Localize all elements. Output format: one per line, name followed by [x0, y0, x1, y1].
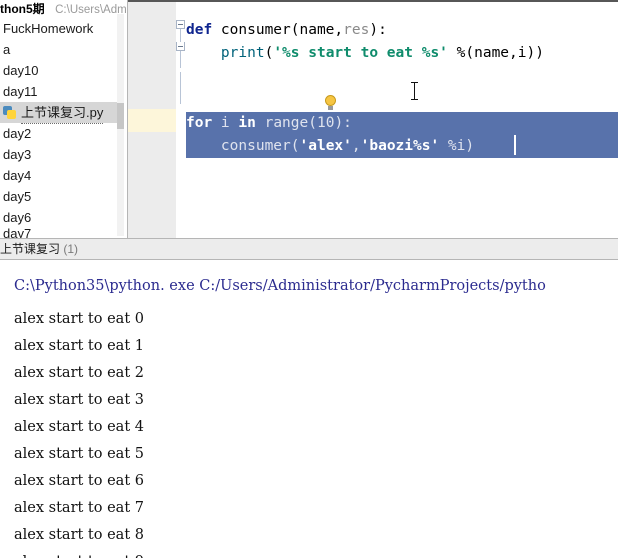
code-token: consumer( [186, 138, 300, 154]
tree-item-label: day11 [3, 84, 38, 99]
editor-gutter[interactable] [128, 2, 176, 238]
run-tab-label: 上节课复习 [0, 242, 61, 256]
console-output-line: alex start to eat 5 [14, 446, 144, 462]
code-token: 10 [316, 115, 335, 131]
tree-item-label: day5 [3, 189, 32, 204]
console-output-line: alex start to eat 1 [14, 338, 144, 354]
project-path: C:\Users\Adm [55, 4, 127, 16]
project-title: thon5期 [0, 2, 45, 16]
tree-item[interactable]: a [0, 39, 122, 60]
code-token: '%s start to eat %s' [273, 45, 448, 61]
tree-item[interactable]: day10 [0, 60, 122, 81]
tree-item[interactable]: day7 [0, 228, 122, 238]
tree-item-label: day3 [3, 147, 32, 162]
code-token: ): [369, 22, 387, 38]
console-output-line: alex start to eat 8 [14, 527, 144, 543]
console-output-line: alex start to eat 9 [14, 549, 144, 558]
fold-collapse-icon[interactable] [176, 20, 185, 29]
fold-end-icon[interactable] [176, 42, 185, 51]
console-output-line: alex start to eat 2 [14, 365, 144, 381]
console-output-line: alex start to eat 4 [14, 419, 144, 435]
code-token: print [220, 45, 265, 61]
code-token: consumer [220, 22, 291, 38]
run-tab-bar[interactable]: 上节课复习 (1) [0, 238, 618, 260]
code-token: , [351, 138, 361, 154]
code-token: in [238, 115, 265, 131]
fold-tail-line [180, 72, 181, 104]
code-text-area[interactable]: def consumer(name,res): print('%s start … [186, 2, 618, 238]
console-output[interactable]: C:\Python35\python. exe C:/Users/Adminis… [0, 261, 618, 558]
tree-item-label: day6 [3, 210, 32, 225]
tree-item[interactable]: day5 [0, 186, 122, 207]
tree-item[interactable]: day6 [0, 207, 122, 228]
code-token: for [186, 115, 221, 131]
code-token: (name, [290, 22, 344, 38]
tree-item-label: day10 [3, 63, 39, 78]
top-area: thon5期 C:\Users\Adm FuckHomework a day10 da… [0, 0, 618, 238]
tree-item[interactable]: day3 [0, 144, 122, 165]
run-tab[interactable]: 上节课复习 (1) [0, 239, 78, 260]
console-output-line: alex start to eat 6 [14, 473, 144, 489]
console-output-line: alex start to eat 7 [14, 500, 144, 516]
tree-item[interactable]: day4 [0, 165, 122, 186]
tree-item-label: day2 [3, 126, 32, 141]
code-token: def [186, 22, 221, 38]
pycharm-window: thon5期 C:\Users\Adm FuckHomework a day10 da… [0, 0, 618, 558]
tree-item-label: FuckHomework [3, 21, 94, 36]
code-token: ): [334, 115, 352, 131]
tree-item[interactable]: FuckHomework [0, 18, 122, 39]
run-tool-window: 上节课复习 (1) C:\Python35\python. exe C:/Use… [0, 238, 618, 558]
intention-bulb-icon[interactable] [324, 95, 337, 111]
code-line: def consumer(name,res): [186, 19, 387, 42]
project-tool-window: thon5期 C:\Users\Adm FuckHomework a day10 da… [0, 0, 128, 238]
code-token: res [343, 22, 370, 38]
file-tree[interactable]: FuckHomework a day10 day11 上节课复习.py day2 day3 d… [0, 18, 122, 238]
tree-item-label: 上节课复习.py [21, 102, 104, 124]
tree-item[interactable]: 上节课复习.py [0, 102, 122, 124]
run-tab-count: (1) [63, 242, 79, 256]
console-output-line: alex start to eat 3 [14, 392, 144, 408]
tree-item[interactable]: day2 [0, 123, 122, 144]
console-command-line: C:\Python35\python. exe C:/Users/Adminis… [14, 278, 546, 294]
code-token: 'baozi%s' [360, 138, 440, 154]
code-line-selected: for i in range(10): [186, 112, 352, 135]
ibeam-mouse-cursor [411, 82, 418, 100]
code-token: 'alex' [299, 138, 352, 154]
code-editor[interactable]: def consumer(name,res): print('%s start … [128, 0, 618, 238]
gutter-current-line-highlight [128, 109, 176, 132]
project-scrollbar-thumb[interactable] [117, 103, 124, 129]
project-header: thon5期 C:\Users\Adm [0, 0, 128, 18]
text-caret [514, 135, 516, 155]
code-folding-rail[interactable] [176, 2, 186, 238]
code-line-selected: consumer('alex','baozi%s' %i) [186, 135, 474, 158]
tree-item-label: day7 [3, 228, 32, 238]
python-file-icon [3, 105, 17, 120]
code-token: range( [264, 115, 317, 131]
tree-item[interactable]: day11 [0, 81, 122, 102]
code-line: print('%s start to eat %s' %(name,i)) [186, 42, 544, 65]
code-token: %(name,i)) [447, 45, 544, 61]
console-output-line: alex start to eat 0 [14, 311, 144, 327]
code-token: %i) [439, 138, 475, 154]
tree-item-label: day4 [3, 168, 32, 183]
tree-item-label: a [3, 42, 11, 57]
code-token: i [220, 115, 239, 131]
code-token: ( [264, 45, 274, 61]
